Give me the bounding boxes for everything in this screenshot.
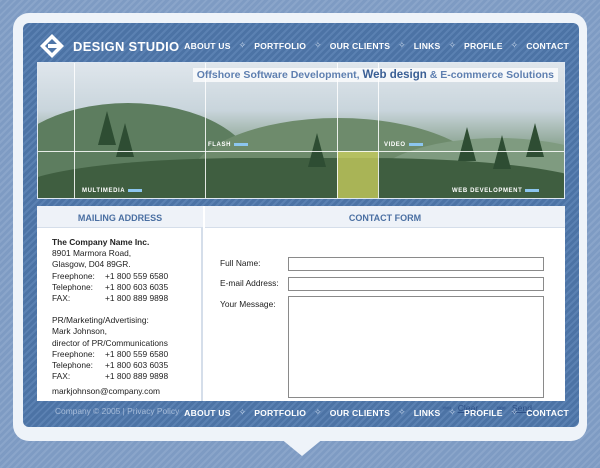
nav-profile[interactable]: PROFILE <box>464 41 503 51</box>
full-name-input[interactable] <box>288 257 544 271</box>
nav-separator-icon: ✧ <box>448 40 457 50</box>
mailing-address-block: The Company Name Inc. 8901 Marmora Road,… <box>52 237 168 398</box>
contact-key: Freephone: <box>52 270 95 281</box>
banner-label-multimedia[interactable]: MULTIMEDIA <box>82 188 143 194</box>
nav-separator-icon: ✧ <box>510 40 519 50</box>
footer-nav-contact[interactable]: CONTACT <box>526 408 569 418</box>
footer-nav-links[interactable]: LINKS <box>414 408 441 418</box>
email-input[interactable] <box>288 277 544 291</box>
contact-role: director of PR/Communications <box>52 337 168 348</box>
nav-separator-icon: ✧ <box>314 40 322 50</box>
banner-label-flash[interactable]: FLASH <box>208 142 248 148</box>
banner-label-text: VIDEO <box>384 142 406 148</box>
content-area: MAILING ADDRESS The Company Name Inc. 89… <box>37 206 565 413</box>
nav-separator-icon: ✧ <box>238 40 247 50</box>
contact-key: FAX: <box>52 371 71 382</box>
contact-row: Telephone: +1 800 603 6035 <box>52 282 168 293</box>
contact-value: +1 800 603 6035 <box>105 360 169 371</box>
nav-separator-icon: ✧ <box>238 407 247 417</box>
contact-value: +1 800 559 6580 <box>105 348 169 359</box>
banner-grid-line <box>337 63 338 198</box>
frame-notch <box>280 438 324 456</box>
banner-highlight-cell <box>337 151 378 198</box>
brand-name: DESIGN STUDIO <box>73 38 180 54</box>
nav-portfolio[interactable]: PORTFOLIO <box>254 41 306 51</box>
contact-value: +1 800 603 6035 <box>105 281 169 292</box>
arrow-icon <box>408 142 423 146</box>
contact-key: Telephone: <box>52 360 93 371</box>
banner-grid-line <box>378 63 379 198</box>
arrow-icon <box>525 188 540 192</box>
banner-headline: Offshore Software Development, Web desig… <box>192 68 558 82</box>
contact-key: Freephone: <box>52 348 95 359</box>
contact-email: markjohnson@company.com <box>52 386 160 397</box>
tree-shape <box>308 133 326 167</box>
headline-part: & E-commerce Solutions <box>429 69 554 81</box>
contact-row: Freephone: +1 800 559 6580 <box>52 349 168 360</box>
banner-label-video[interactable]: VIDEO <box>384 142 423 148</box>
nav-links[interactable]: LINKS <box>414 41 441 51</box>
email-label: E-mail Address: <box>220 278 279 288</box>
contact-key: FAX: <box>52 293 71 304</box>
nav-contact[interactable]: CONTACT <box>526 41 569 51</box>
banner-label-text: FLASH <box>208 142 231 148</box>
nav-separator-icon: ✧ <box>398 407 406 417</box>
logo[interactable]: DESIGN STUDIO <box>39 33 179 59</box>
nav-separator-icon: ✧ <box>510 407 519 417</box>
footer-copyright[interactable]: Company © 2005 | Privacy Policy <box>55 406 179 416</box>
mailing-address-column: MAILING ADDRESS The Company Name Inc. 89… <box>37 206 203 401</box>
contact-form-heading: CONTACT FORM <box>205 206 565 228</box>
footer-nav-portfolio[interactable]: PORTFOLIO <box>254 408 306 418</box>
banner-label-text: WEB DEVELOPMENT <box>452 188 523 194</box>
nav-separator-icon: ✧ <box>398 40 406 50</box>
message-label: Your Message: <box>220 299 276 309</box>
contact-value: +1 800 559 6580 <box>105 270 169 281</box>
message-textarea[interactable] <box>288 296 544 398</box>
tree-shape <box>493 135 511 169</box>
full-name-label: Full Name: <box>220 258 261 268</box>
city-address: Glasgow, D04 89GR. <box>52 259 131 270</box>
banner-grid-line <box>205 63 206 198</box>
nav-separator-icon: ✧ <box>314 407 322 417</box>
main-panel: DESIGN STUDIO ABOUT US ✧ PORTFOLIO ✧ OUR… <box>23 23 579 427</box>
street-address: 8901 Marmora Road, <box>52 248 132 259</box>
footer-nav-about-us[interactable]: ABOUT US <box>184 408 230 418</box>
contact-value: +1 800 889 9898 <box>105 371 169 382</box>
arrow-icon <box>234 142 248 146</box>
department: PR/Marketing/Advertising: <box>52 315 149 326</box>
contact-person: Mark Johnson, <box>52 326 107 337</box>
headline-part: Offshore Software Development, <box>196 69 360 81</box>
contact-row: FAX: +1 800 889 9898 <box>52 371 168 382</box>
tree-shape <box>458 127 476 161</box>
arrow-icon <box>128 188 143 192</box>
banner-label-text: MULTIMEDIA <box>82 188 126 194</box>
company-name: The Company Name Inc. <box>52 237 150 247</box>
logo-mark-icon <box>39 33 65 59</box>
hero-banner: Offshore Software Development, Web desig… <box>37 62 565 199</box>
contact-row: Telephone: +1 800 603 6035 <box>52 360 168 371</box>
banner-grid-line <box>74 63 75 198</box>
nav-about-us[interactable]: ABOUT US <box>184 41 230 51</box>
banner-label-web-development[interactable]: WEB DEVELOPMENT <box>452 188 540 194</box>
nav-our-clients[interactable]: OUR CLIENTS <box>330 41 390 51</box>
contact-row: Freephone: +1 800 559 6580 <box>52 271 168 282</box>
contact-form-column: CONTACT FORM Full Name: E-mail Address: … <box>205 206 565 413</box>
contact-key: Telephone: <box>52 281 93 292</box>
footer-nav-our-clients[interactable]: OUR CLIENTS <box>330 408 390 418</box>
banner-grid-line <box>38 151 564 152</box>
contact-value: +1 800 889 9898 <box>105 293 169 304</box>
footer-nav-profile[interactable]: PROFILE <box>464 408 503 418</box>
nav-separator-icon: ✧ <box>448 407 457 417</box>
footer-nav: ABOUT US ✧ PORTFOLIO ✧ OUR CLIENTS ✧ LIN… <box>184 407 569 418</box>
tree-shape <box>98 111 116 145</box>
mailing-address-heading: MAILING ADDRESS <box>37 206 203 228</box>
headline-bold: Web design <box>362 69 427 81</box>
contact-row: FAX: +1 800 889 9898 <box>52 293 168 304</box>
top-nav: ABOUT US ✧ PORTFOLIO ✧ OUR CLIENTS ✧ LIN… <box>184 40 569 51</box>
